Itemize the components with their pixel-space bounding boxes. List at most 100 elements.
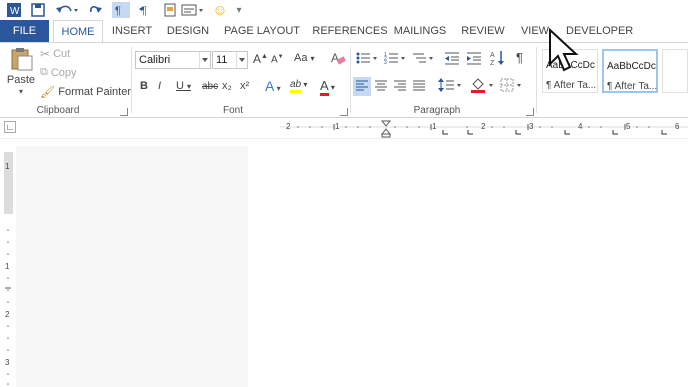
subscript-button[interactable]: x₂ <box>222 80 232 92</box>
tab-mailings[interactable]: MAILINGS <box>392 20 448 42</box>
cut-button[interactable]: ✂ Cut <box>40 47 70 61</box>
clear-formatting-icon: A <box>331 51 346 65</box>
document-icon[interactable] <box>162 2 178 18</box>
svg-text:Z: Z <box>490 60 495 66</box>
font-size-select[interactable]: 11 <box>212 51 248 69</box>
tab-insert[interactable]: INSERT <box>110 20 154 42</box>
underline-button[interactable]: U ▾ <box>176 80 191 92</box>
strikethrough-button[interactable]: abc <box>202 81 218 92</box>
paste-label: Paste <box>6 74 36 86</box>
font-color-button[interactable]: A ▾ <box>320 78 335 96</box>
highlight-button[interactable]: ab ▾ <box>290 78 307 93</box>
cut-label: Cut <box>53 48 71 60</box>
chevron-down-icon[interactable] <box>199 52 210 68</box>
ruler-number: 2 <box>286 122 291 131</box>
line-spacing-button[interactable] <box>438 78 464 95</box>
sort-icon: AZ <box>490 51 504 67</box>
shading-button[interactable] <box>470 77 496 96</box>
show-paragraph-marks-icon[interactable]: ¶ <box>112 2 130 18</box>
tab-view[interactable]: VIEW <box>518 20 552 42</box>
clear-formatting-button[interactable]: A <box>330 50 346 69</box>
font-size-value: 11 <box>216 54 228 66</box>
show-hide-marks-button[interactable]: ¶ <box>516 50 523 65</box>
style-option-partial[interactable] <box>662 49 688 93</box>
vruler-number: 2 <box>5 310 10 319</box>
increase-indent-button[interactable] <box>466 51 482 68</box>
paint-bucket-icon <box>471 78 493 93</box>
font-group-label: Font <box>222 105 243 116</box>
bold-button[interactable]: B <box>140 80 148 92</box>
ruler-number: 3 <box>529 122 534 131</box>
align-right-button[interactable] <box>393 79 407 94</box>
format-painter-icon: 🖌 <box>40 85 56 99</box>
scissors-icon: ✂ <box>40 47 51 61</box>
numbering-button[interactable]: 123 <box>384 51 408 68</box>
insert-textbox-icon[interactable] <box>180 2 206 18</box>
svg-text:3: 3 <box>384 60 387 65</box>
tab-file[interactable]: FILE <box>0 20 49 42</box>
shrink-font-button[interactable]: A▼ <box>271 54 284 65</box>
font-name-select[interactable]: Calibri <box>135 51 211 69</box>
paragraph-launcher-icon[interactable] <box>526 108 534 116</box>
horizontal-ruler[interactable]: ∟ 2 1 1 2 3 4 5 6 <box>0 118 688 139</box>
ruler-number: 4 <box>578 122 583 131</box>
word-app-icon[interactable]: W <box>6 2 22 18</box>
justify-button[interactable] <box>412 79 426 94</box>
chevron-down-icon[interactable] <box>236 52 247 68</box>
borders-icon <box>500 78 521 92</box>
format-painter-label: Format Painter <box>58 86 131 98</box>
tab-design[interactable]: DESIGN <box>166 20 210 42</box>
tab-references[interactable]: REFERENCES <box>312 20 388 42</box>
format-painter-button[interactable]: 🖌 Format Painter <box>40 85 131 99</box>
save-icon[interactable] <box>30 2 46 18</box>
customize-toolbar-icon[interactable]: ▾ <box>234 2 244 18</box>
paste-button[interactable]: Paste ▾ <box>6 47 36 96</box>
align-center-button[interactable] <box>374 79 388 94</box>
style-name: ¶ After Ta... <box>546 80 597 91</box>
svg-text:¶: ¶ <box>141 5 147 17</box>
rtl-paragraph-icon[interactable]: ¶ <box>138 2 154 18</box>
group-divider <box>536 47 537 113</box>
sort-button[interactable]: AZ <box>490 50 506 69</box>
ruler-number: 5 <box>626 122 631 131</box>
borders-button[interactable] <box>500 78 526 95</box>
bullets-button[interactable] <box>356 51 380 68</box>
paste-dropdown-icon[interactable]: ▾ <box>19 88 23 96</box>
style-preview: AaBbCcDc <box>607 61 656 72</box>
align-left-button[interactable] <box>353 77 371 96</box>
grow-font-button[interactable]: A▲ <box>253 52 268 66</box>
clipboard-launcher-icon[interactable] <box>120 108 128 116</box>
font-launcher-icon[interactable] <box>340 108 348 116</box>
clipboard-group-label: Clipboard <box>36 105 80 116</box>
vruler-number: 3 <box>5 358 10 367</box>
ruler-number: 6 <box>675 122 680 131</box>
smiley-icon[interactable]: ☺ <box>212 2 228 19</box>
decrease-indent-icon <box>445 52 459 65</box>
style-option-selected[interactable]: AaBbCcDc ¶ After Ta... <box>602 49 658 93</box>
vertical-ruler[interactable]: 1 1 2 3 <box>0 138 16 387</box>
increase-indent-icon <box>467 52 481 65</box>
decrease-indent-button[interactable] <box>444 51 460 68</box>
superscript-button[interactable]: x² <box>240 80 249 92</box>
copy-button[interactable]: ⧉ Copy <box>40 66 77 79</box>
font-name-value: Calibri <box>139 54 171 66</box>
copy-label: Copy <box>50 66 77 79</box>
justify-icon <box>413 80 425 91</box>
italic-button[interactable]: I <box>158 80 161 92</box>
tab-review[interactable]: REVIEW <box>460 20 506 42</box>
change-case-button[interactable]: Aa ▾ <box>294 52 315 64</box>
group-divider <box>131 47 132 113</box>
style-name: ¶ After Ta... <box>607 81 658 92</box>
undo-icon[interactable] <box>54 2 80 18</box>
text-effects-button[interactable]: A ▾ <box>265 78 281 94</box>
multilevel-list-button[interactable] <box>412 51 436 68</box>
redo-icon[interactable] <box>88 2 104 18</box>
quick-access-toolbar: W ¶ ¶ ☺ ▾ <box>0 0 688 20</box>
ruler-number: 2 <box>481 122 486 131</box>
tab-page-layout[interactable]: PAGE LAYOUT <box>224 20 300 42</box>
ruler-number: 1 <box>335 122 340 131</box>
tab-home[interactable]: HOME <box>53 20 103 42</box>
paste-icon <box>11 48 33 71</box>
vruler-number: 1 <box>5 262 10 271</box>
svg-text:A: A <box>490 52 495 59</box>
